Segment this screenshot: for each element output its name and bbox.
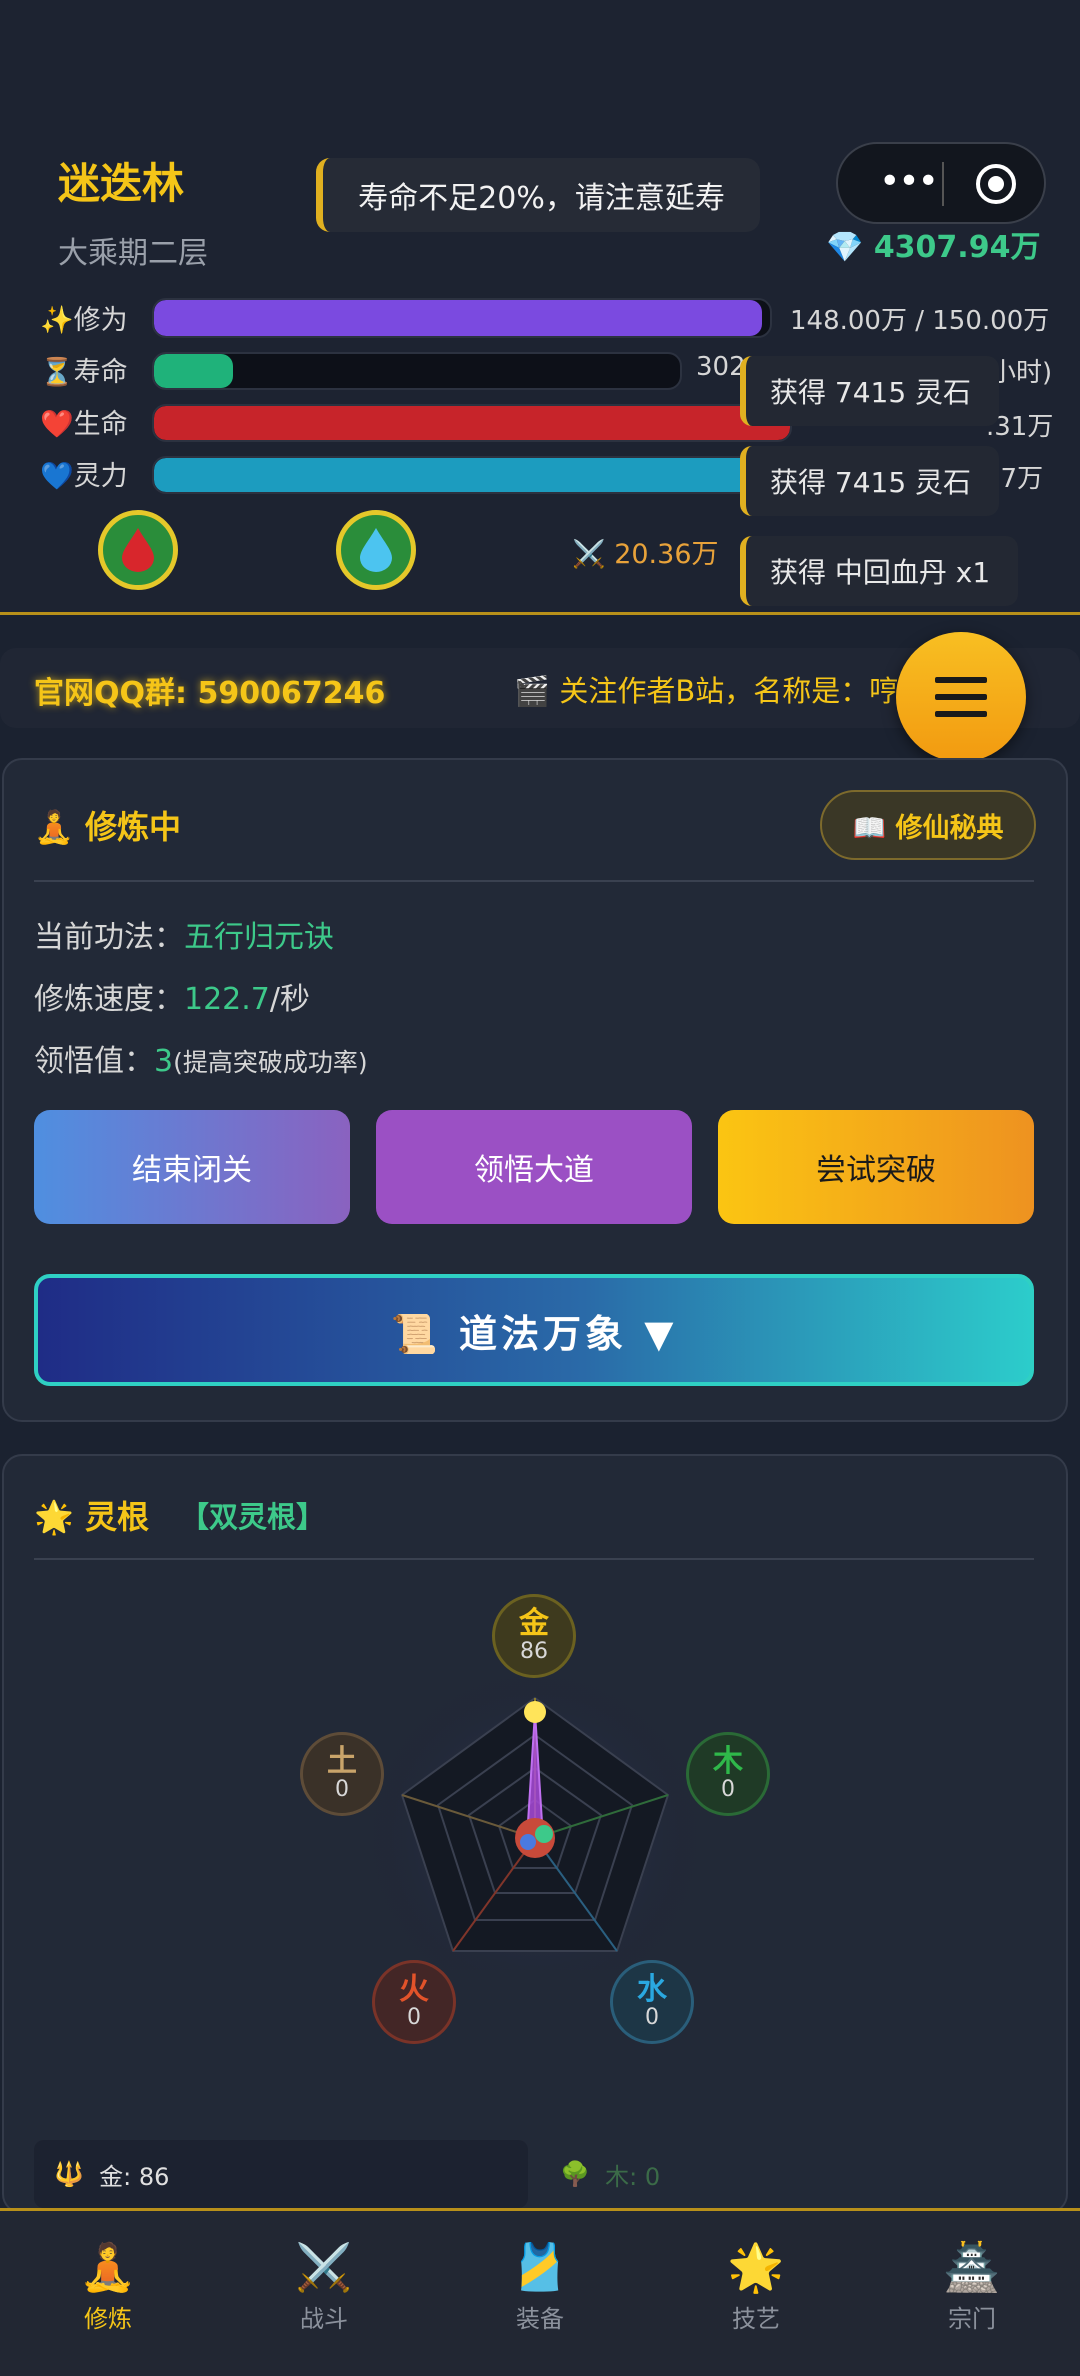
cultivation-label: ✨修为 (40, 305, 128, 336)
lifespan-label: ⏳寿命 (40, 357, 128, 388)
tree-icon: 🌳 (560, 2160, 590, 2188)
cultivation-speed: 修炼速度：122.7/秒 (34, 982, 310, 1017)
water-drop-icon (360, 528, 392, 572)
reward-toast: 获得 中回血丹 x1 (740, 536, 1019, 606)
mana-bar-fill (154, 458, 781, 492)
reward-toast: 获得 7415 灵石 (740, 446, 1000, 516)
close-miniprogram-icon[interactable] (974, 162, 1018, 206)
lifespan-bar (152, 352, 682, 390)
element-gold-node: 金 86 (492, 1594, 576, 1678)
gold-value-dot (524, 1701, 546, 1723)
castle-icon: 🏯 (943, 2240, 1001, 2294)
attack-power: ⚔️ 20.36万 (572, 539, 719, 570)
insight-value: 领悟值：3(提高突破成功率) (34, 1044, 368, 1079)
health-bar-fill (154, 406, 790, 440)
spirit-stones-counter: 💎 4307.94万 (826, 222, 1040, 266)
meditation-icon: 🧘 (79, 2240, 137, 2294)
diamond-icon: 💎 (826, 230, 874, 265)
element-wood-node: 木 0 (686, 1732, 770, 1816)
swords-icon: ⚔️ (295, 2240, 353, 2294)
wood-stat-chip: 🌳 木: 0 (560, 2160, 661, 2191)
health-bar (152, 404, 792, 442)
capsule-divider (942, 162, 944, 206)
attempt-breakthrough-button[interactable]: 尝试突破 (718, 1110, 1034, 1224)
end-seclusion-button[interactable]: 结束闭关 (34, 1110, 350, 1224)
current-method: 当前功法：五行归元诀 (34, 920, 334, 955)
spirit-root-title: 🌟 灵根 (34, 1498, 149, 1536)
cultivation-bar (152, 298, 772, 338)
star-icon: 🌟 (34, 1498, 74, 1536)
cultivation-realm: 大乘期二层 (58, 236, 208, 271)
miniprogram-capsule: ••• (836, 142, 1046, 224)
vest-icon: 🎽 (511, 2240, 569, 2294)
element-earth-node: 土 0 (300, 1732, 384, 1816)
bottom-tab-bar: 🧘 修炼 ⚔️ 战斗 🎽 装备 🌟 技艺 🏯 宗门 (0, 2208, 1080, 2376)
dao-techniques-button[interactable]: 📜 道法万象 ▼ (34, 1274, 1034, 1386)
cultivation-guide-button[interactable]: 📖 修仙秘典 (820, 790, 1036, 860)
cultivation-title: 🧘 修炼中 (34, 808, 181, 846)
reward-toast: 获得 7415 灵石 (740, 356, 1000, 426)
spirit-root-radar (365, 1668, 705, 1970)
follow-author-text: 🎬 关注作者B站，名称是：哼哼王 (514, 674, 957, 708)
lifespan-warning: 寿命不足20%，请注意延寿 (316, 158, 760, 232)
element-fire-node: 火 0 (372, 1960, 456, 2044)
tab-cultivate[interactable]: 🧘 修炼 (0, 2211, 216, 2376)
spirit-stones-value: 4307.94万 (873, 230, 1041, 265)
star-icon: 🌟 (727, 2240, 785, 2294)
lifespan-value: 302 (696, 352, 746, 382)
cultivation-bar-fill (154, 300, 762, 336)
trident-icon: 🔱 (54, 2160, 84, 2188)
qq-group-text: 官网QQ群: 590067246 (34, 676, 386, 711)
tab-equipment[interactable]: 🎽 装备 (432, 2211, 648, 2376)
comprehend-dao-button[interactable]: 领悟大道 (376, 1110, 692, 1224)
lifespan-bar-fill (154, 354, 233, 388)
lifespan-value-suffix: 小时) (990, 358, 1053, 388)
tab-battle[interactable]: ⚔️ 战斗 (216, 2211, 432, 2376)
divider (34, 1558, 1034, 1560)
divider (34, 880, 1034, 882)
mana-label: 💙灵力 (40, 461, 128, 492)
tab-skills[interactable]: 🌟 技艺 (648, 2211, 864, 2376)
tab-sect[interactable]: 🏯 宗门 (864, 2211, 1080, 2376)
meditation-icon: 🧘 (34, 808, 74, 846)
health-potion-button[interactable] (98, 510, 178, 590)
main-menu-button[interactable] (896, 632, 1026, 762)
blood-drop-icon (122, 528, 154, 572)
gold-stat-chip: 🔱 金: 86 (34, 2140, 528, 2208)
hamburger-icon (935, 677, 987, 717)
health-label: ❤️生命 (40, 409, 128, 440)
location-name: 迷迭林 (58, 159, 185, 208)
swords-icon: ⚔️ (572, 539, 615, 570)
element-water-node: 水 0 (610, 1960, 694, 2044)
spirit-root-type: 【双灵根】 (180, 1500, 326, 1534)
mana-potion-button[interactable] (336, 510, 416, 590)
more-menu-button[interactable]: ••• (868, 162, 948, 206)
cultivation-value: 148.00万 / 150.00万 (790, 306, 1050, 336)
